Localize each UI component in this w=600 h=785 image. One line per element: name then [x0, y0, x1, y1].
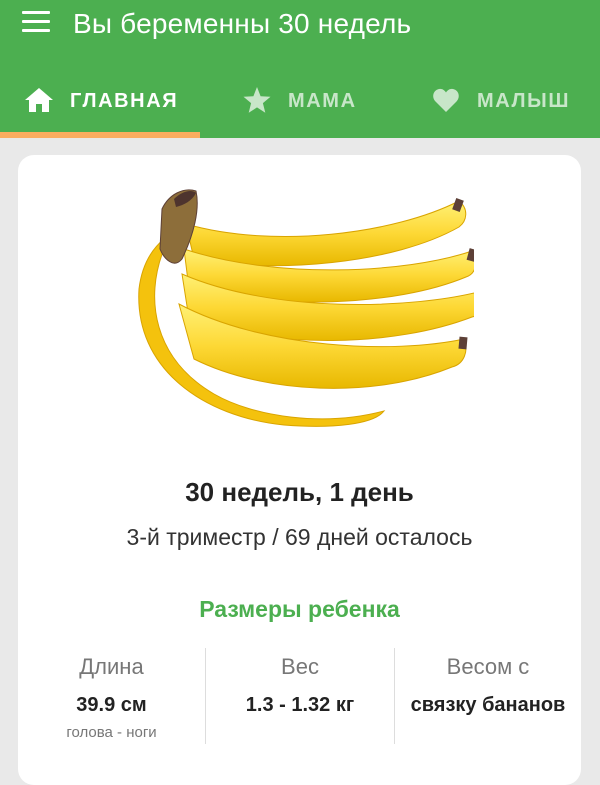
stat-compare: Весом с связку бананов [395, 648, 581, 717]
tab-label: ГЛАВНАЯ [70, 90, 179, 112]
stat-weight: Вес 1.3 - 1.32 кг [206, 648, 394, 717]
star-icon [243, 87, 271, 113]
tab-label: МАЛЫШ [477, 90, 571, 112]
stat-label: Весом с [446, 654, 530, 679]
pregnancy-card: 30 недель, 1 день 3-й триместр / 69 дней… [18, 155, 581, 785]
stat-value: связку бананов [410, 694, 566, 716]
tab-baby[interactable]: МАЛЫШ [400, 74, 600, 134]
week-text: 30 недель, 1 день [185, 477, 414, 507]
baby-sizes-title: Размеры ребенка [199, 596, 400, 622]
menu-icon[interactable] [22, 11, 50, 33]
tab-bar: ГЛАВНАЯ МАМА МАЛЫШ [0, 74, 600, 138]
page-title: Вы беременны 30 недель [73, 8, 412, 39]
trimester-text: 3-й триместр / 69 дней осталось [126, 524, 473, 550]
stat-value: 1.3 - 1.32 кг [245, 694, 355, 716]
tab-indicator [0, 132, 200, 138]
stat-value: 39.9 см [76, 694, 147, 716]
tab-main[interactable]: ГЛАВНАЯ [0, 74, 200, 134]
app-bar: Вы беременны 30 недель ГЛАВНАЯ МАМА МАЛЫ… [0, 0, 600, 138]
stat-length: Длина 39.9 см голова - ноги [18, 648, 205, 741]
tab-mom[interactable]: МАМА [200, 74, 400, 134]
home-icon [25, 88, 53, 112]
stat-label: Длина [79, 654, 144, 679]
tab-label: МАМА [288, 90, 357, 112]
banana-bunch-image [138, 189, 474, 427]
baby-stats: Длина 39.9 см голова - ноги Вес 1.3 - 1.… [18, 648, 581, 748]
stat-label: Вес [281, 654, 319, 679]
stat-sublabel: голова - ноги [66, 724, 157, 741]
heart-icon [433, 88, 459, 112]
